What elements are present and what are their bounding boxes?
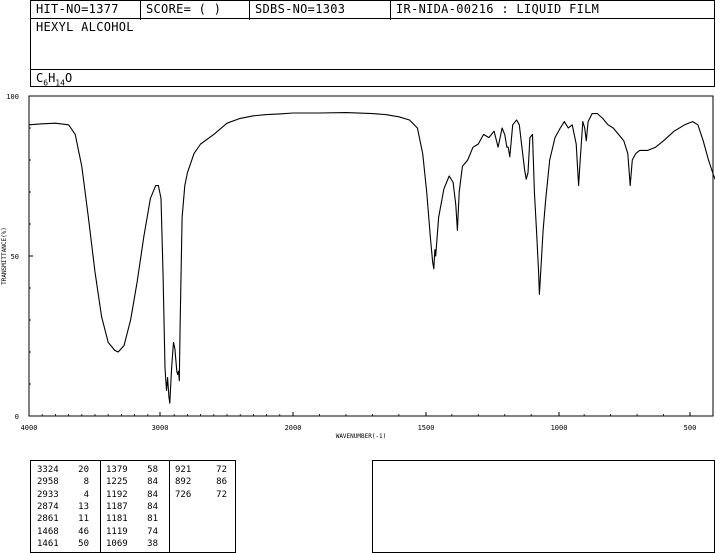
peak-entry: 1379 58 bbox=[106, 464, 158, 476]
peak-transmittance: 72 bbox=[216, 465, 227, 475]
peak-entry: 1187 84 bbox=[106, 501, 158, 513]
peak-entry: 2874 13 bbox=[37, 501, 89, 513]
peak-entry: 2861 11 bbox=[37, 513, 89, 525]
peak-wavenumber: 1069 bbox=[106, 538, 128, 549]
peak-table-divider-2 bbox=[169, 461, 170, 552]
peak-transmittance: 74 bbox=[147, 526, 158, 537]
compound-name-box: HEXYL ALCOHOL bbox=[30, 18, 715, 70]
spectrum-line bbox=[28, 112, 715, 404]
peak-transmittance: 72 bbox=[216, 489, 227, 500]
compound-name: HEXYL ALCOHOL bbox=[36, 20, 134, 34]
peak-transmittance: 46 bbox=[78, 526, 89, 537]
peak-transmittance: 11 bbox=[78, 514, 89, 525]
peak-transmittance: 81 bbox=[147, 514, 158, 525]
peak-transmittance: 4 bbox=[83, 489, 89, 500]
x-axis-label: WAVENUMBER(-1) bbox=[336, 433, 387, 440]
peak-entry: 1119 74 bbox=[106, 526, 158, 538]
peak-wavenumber: 892 bbox=[175, 477, 192, 488]
peak-wavenumber: 2861 bbox=[37, 514, 59, 525]
peak-wavenumber: 1119 bbox=[106, 526, 128, 537]
peak-entry: 3324 20 bbox=[37, 464, 89, 476]
peak-transmittance: 58 bbox=[147, 465, 158, 475]
peak-transmittance: 20 bbox=[78, 465, 89, 475]
peak-transmittance: 50 bbox=[78, 538, 89, 549]
y-axis-label: TRANSMITTANCE(%) bbox=[1, 227, 8, 285]
peak-transmittance: 86 bbox=[216, 477, 227, 488]
peak-entry: 892 86 bbox=[175, 476, 227, 488]
peak-transmittance: 8 bbox=[83, 477, 89, 488]
peak-entry: 726 72 bbox=[175, 489, 227, 501]
peak-entry: 2958 8 bbox=[37, 476, 89, 488]
peak-transmittance: 84 bbox=[147, 477, 158, 488]
header-bar: HIT-NO=1377 SCORE= ( ) SDBS-NO=1303 IR-N… bbox=[30, 0, 715, 20]
peak-wavenumber: 3324 bbox=[37, 465, 59, 475]
peak-entry: 1225 84 bbox=[106, 476, 158, 488]
x-tick-label: 2000 bbox=[285, 424, 302, 432]
ir-spectrum-chart: 4000 3000 2000 1500 1000 500100500WAVENUMBER(… bbox=[1, 93, 715, 440]
formula-hydrogen-count: 14 bbox=[55, 78, 65, 88]
peak-entry: 1468 46 bbox=[37, 526, 89, 538]
peak-wavenumber: 1187 bbox=[106, 501, 128, 512]
peak-transmittance: 84 bbox=[147, 489, 158, 500]
peak-table: 3324 20 2958 8 2933 4 2874 13 2861 11 1468 46 1461 50… bbox=[30, 460, 236, 553]
peak-wavenumber: 921 bbox=[175, 465, 192, 475]
peak-entry: 1181 81 bbox=[106, 513, 158, 525]
peak-wavenumber: 2933 bbox=[37, 489, 59, 500]
peak-entry: 921 72 bbox=[175, 464, 227, 476]
peak-wavenumber: 726 bbox=[175, 489, 192, 500]
peak-table-divider-1 bbox=[100, 461, 101, 552]
peak-transmittance: 13 bbox=[78, 501, 89, 512]
x-tick-label: 4000 bbox=[21, 424, 38, 432]
peak-wavenumber: 1192 bbox=[106, 489, 128, 500]
peak-entry: 1069 38 bbox=[106, 538, 158, 550]
x-tick-label: 500 bbox=[684, 424, 697, 432]
formula-oxygen: O bbox=[64, 71, 73, 85]
peak-wavenumber: 1461 bbox=[37, 538, 59, 549]
notes-box bbox=[372, 460, 715, 553]
x-tick-label: 1500 bbox=[418, 424, 435, 432]
peak-wavenumber: 2874 bbox=[37, 501, 59, 512]
y-tick-label: 50 bbox=[11, 253, 19, 261]
peak-transmittance: 84 bbox=[147, 501, 158, 512]
y-tick-label: 0 bbox=[15, 413, 19, 421]
peak-entry: 1461 50 bbox=[37, 538, 89, 550]
peak-wavenumber: 1181 bbox=[106, 514, 128, 525]
peak-entry: 2933 4 bbox=[37, 489, 89, 501]
x-tick-label: 1000 bbox=[551, 424, 568, 432]
peak-entry: 1192 84 bbox=[106, 489, 158, 501]
y-tick-label: 100 bbox=[6, 93, 19, 101]
formula-box: C6H14O bbox=[30, 69, 715, 87]
plot-frame bbox=[28, 95, 714, 417]
peak-wavenumber: 2958 bbox=[37, 477, 59, 488]
peak-wavenumber: 1379 bbox=[106, 465, 128, 475]
x-tick-label: 3000 bbox=[152, 424, 169, 432]
peak-transmittance: 38 bbox=[147, 538, 158, 549]
peak-wavenumber: 1468 bbox=[37, 526, 59, 537]
peak-wavenumber: 1225 bbox=[106, 477, 128, 488]
